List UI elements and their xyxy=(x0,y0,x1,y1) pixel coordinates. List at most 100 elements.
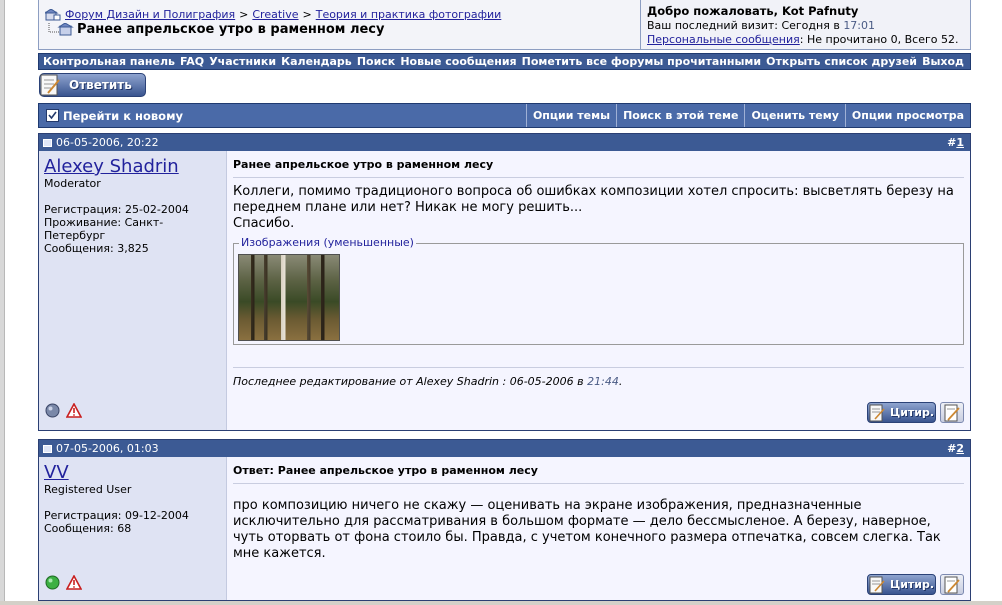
user-stats: Регистрация: 09-12-2004 Сообщения: 68 xyxy=(39,509,226,535)
menu-logout[interactable]: Выход xyxy=(922,55,964,68)
username-link[interactable]: VV xyxy=(39,457,226,483)
edited-note: Последнее редактирование от Alexey Shadr… xyxy=(233,367,964,388)
report-post-icon[interactable] xyxy=(66,575,82,590)
post-number-prefix: # xyxy=(947,136,957,149)
edited-suffix: . xyxy=(618,375,623,388)
post-icon xyxy=(43,138,52,147)
goto-new-icon xyxy=(46,109,59,122)
menu-calendar[interactable]: Календарь xyxy=(281,55,352,68)
quote-button-label: Цитир. xyxy=(890,406,935,419)
welcome-greeting: Добро пожаловать, Kot Pafnuty xyxy=(647,4,859,18)
message-column: Ранее апрельское утро в раменном лесу Ко… xyxy=(227,151,970,430)
post-message: про композицию ничего не скажу — оценива… xyxy=(233,498,964,562)
reply-button-label: Ответить xyxy=(69,78,132,92)
reply-button[interactable]: Ответить xyxy=(39,73,146,97)
user-join-date: Регистрация: 09-12-2004 xyxy=(44,509,189,522)
quote-button[interactable]: Цитир. xyxy=(867,574,936,595)
edited-time: 21:44 xyxy=(587,375,619,388)
private-messages-link[interactable]: Персональные сообщения xyxy=(647,33,800,46)
pm-status: : Не прочитано 0, Всего 52. xyxy=(799,33,959,46)
user-post-count: Сообщения: 68 xyxy=(44,522,132,535)
menu-members[interactable]: Участники xyxy=(209,55,276,68)
quote-button-label: Цитир. xyxy=(890,578,935,591)
message-line: исключительно для рассматривания в больш… xyxy=(233,514,931,529)
forum-home-icon[interactable] xyxy=(45,8,61,21)
post-number-link[interactable]: #1 xyxy=(947,136,964,149)
post-number: 2 xyxy=(956,442,964,455)
post-number-prefix: # xyxy=(947,442,957,455)
rate-thread[interactable]: Оценить тему xyxy=(744,104,844,127)
navbar: Форум Дизайн и Полиграфия > Creative > Т… xyxy=(38,0,971,50)
post-title: Ответ: Ранее апрельское утро в раменном … xyxy=(233,464,538,477)
window-frame xyxy=(0,0,5,605)
message-line: переднем плане или нет? Никак не могу ре… xyxy=(233,200,583,215)
user-title: Registered User xyxy=(44,483,132,496)
menu-search[interactable]: Поиск xyxy=(357,55,395,68)
divider xyxy=(233,483,964,484)
message-line: Спасибо. xyxy=(233,216,295,231)
breadcrumb-item-photo-theory[interactable]: Теория и практика фотографии xyxy=(316,8,502,21)
thread-title: Ранее апрельское утро в раменном лесу xyxy=(77,22,385,37)
user-stats: Регистрация: 25-02-2004 Проживание: Санк… xyxy=(39,203,226,255)
display-options[interactable]: Опции просмотра xyxy=(844,104,970,127)
message-line: мне кажется. xyxy=(233,546,326,561)
user-post-count: Сообщения: 3,825 xyxy=(44,242,149,255)
goto-new-label: Перейти к новому xyxy=(63,108,183,123)
breadcrumb-sep: > xyxy=(302,8,312,21)
post-message: Коллеги, помимо традиционого вопроса об … xyxy=(233,184,964,232)
message-line: про композицию ничего не скажу — оценива… xyxy=(233,498,862,513)
user-location: Проживание: Санкт-Петербург xyxy=(44,216,164,242)
menu-mark-read[interactable]: Пометить все форумы прочитанными xyxy=(522,55,761,68)
breadcrumb: Форум Дизайн и Полиграфия > Creative > Т… xyxy=(39,0,640,49)
quote-document-icon xyxy=(869,576,885,593)
edit-pencil-icon xyxy=(944,576,960,593)
post-date: 06-05-2006, 20:22 xyxy=(56,136,159,149)
user-online-icon xyxy=(45,575,60,590)
last-visit-label: Ваш последний визит: Сегодня в xyxy=(647,19,840,32)
post-header: 07-05-2006, 01:03 #2 xyxy=(39,440,970,457)
user-join-date: Регистрация: 25-02-2004 xyxy=(44,203,189,216)
post-title: Ранее апрельское утро в раменном лесу xyxy=(233,158,494,171)
edit-post-button[interactable] xyxy=(940,574,964,595)
tree-branch-icon xyxy=(48,22,74,35)
edit-post-button[interactable] xyxy=(940,402,964,423)
edit-pencil-icon xyxy=(944,404,960,421)
breadcrumb-item-creative[interactable]: Creative xyxy=(252,8,298,21)
message-column: Ответ: Ранее апрельское утро в раменном … xyxy=(227,457,970,600)
post-date: 07-05-2006, 01:03 xyxy=(56,442,159,455)
last-visit-time: 17:01 xyxy=(843,19,876,32)
window-frame-bottom xyxy=(0,601,1002,605)
attachment-thumbnail[interactable] xyxy=(238,254,340,341)
attachments-box: Изображения (уменьшенные) xyxy=(233,236,964,345)
quote-document-icon xyxy=(869,404,885,421)
goto-new-link[interactable]: Перейти к новому xyxy=(39,109,526,123)
quote-button[interactable]: Цитир. xyxy=(867,402,936,423)
user-info-column: Alexey Shadrin Moderator Регистрация: 25… xyxy=(39,151,227,430)
edited-prefix: Последнее редактирование от Alexey Shadr… xyxy=(233,375,584,388)
menu-control-panel[interactable]: Контрольная панель xyxy=(43,55,175,68)
reply-document-icon xyxy=(40,74,60,96)
welcome-panel: Добро пожаловать, Kot Pafnuty Ваш послед… xyxy=(640,0,970,49)
search-thread[interactable]: Поиск в этой теме xyxy=(616,104,744,127)
thread-tools-bar: Перейти к новому Опции темы Поиск в этой… xyxy=(38,103,971,128)
post-header: 06-05-2006, 20:22 #1 xyxy=(39,134,970,151)
username-link[interactable]: Alexey Shadrin xyxy=(39,151,226,177)
breadcrumb-sep: > xyxy=(239,8,249,21)
menu-faq[interactable]: FAQ xyxy=(180,55,204,68)
report-post-icon[interactable] xyxy=(66,403,82,418)
thread-options[interactable]: Опции темы xyxy=(525,104,616,127)
user-title: Moderator xyxy=(44,177,101,190)
menu-buddy-list[interactable]: Открыть список друзей xyxy=(766,55,917,68)
message-line: Коллеги, помимо традиционого вопроса об … xyxy=(233,184,954,199)
post-number-link[interactable]: #2 xyxy=(947,442,964,455)
breadcrumb-item-forum[interactable]: Форум Дизайн и Полиграфия xyxy=(65,8,235,21)
attachments-legend: Изображения (уменьшенные) xyxy=(239,236,416,249)
message-line: чуть оторвать от фона стоило бы. Правда,… xyxy=(233,530,941,545)
post-2: 07-05-2006, 01:03 #2 VV Registered User … xyxy=(38,439,971,601)
post-icon xyxy=(43,444,52,453)
menu-new-posts[interactable]: Новые сообщения xyxy=(400,55,516,68)
user-info-column: VV Registered User Регистрация: 09-12-20… xyxy=(39,457,227,600)
user-offline-icon xyxy=(45,403,60,418)
top-menu: Контрольная панель FAQ Участники Календа… xyxy=(38,53,971,70)
post-number: 1 xyxy=(956,136,964,149)
